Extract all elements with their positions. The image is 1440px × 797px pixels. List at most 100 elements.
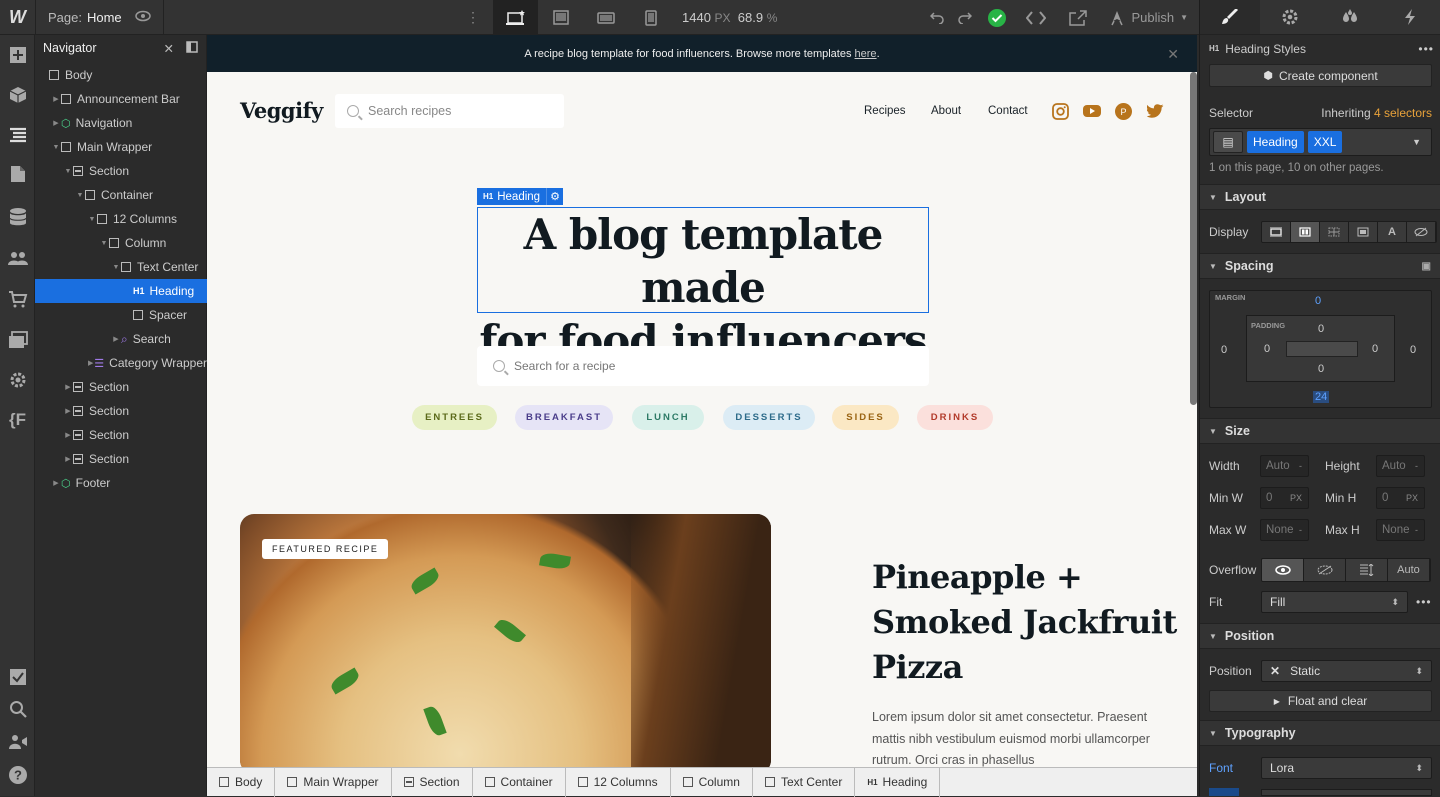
navigator-item[interactable]: ▶ Section: [35, 399, 207, 423]
close-icon[interactable]: ✕: [1167, 46, 1179, 63]
selector-chip-heading[interactable]: Heading: [1247, 131, 1304, 153]
hero-heading[interactable]: A blog template made for food influencer…: [477, 207, 929, 365]
breadcrumb-item[interactable]: 12 Columns: [566, 767, 671, 797]
preview-eye-icon[interactable]: [135, 10, 151, 25]
desktop-large-breakpoint-icon[interactable]: [493, 0, 538, 35]
caret-right-icon[interactable]: ▶: [51, 479, 61, 487]
chevron-down-icon[interactable]: ▼: [1412, 137, 1421, 147]
breadcrumb-item[interactable]: Container: [473, 767, 566, 797]
twitter-icon[interactable]: [1146, 104, 1164, 121]
selector-field[interactable]: ▤ Heading XXL ▼: [1209, 128, 1432, 156]
caret-down-icon[interactable]: ▼: [63, 168, 73, 175]
navigator-item[interactable]: ▶ ⬡ Footer: [35, 471, 207, 495]
ecommerce-cart-icon[interactable]: [0, 283, 35, 315]
display-flex-icon[interactable]: [1291, 222, 1320, 242]
navigator-item[interactable]: ▶ ⬡ Navigation: [35, 111, 207, 135]
category-pill-lunch[interactable]: LUNCH: [632, 405, 704, 430]
tablet-breakpoint-icon[interactable]: [583, 0, 628, 35]
pinterest-icon[interactable]: P: [1115, 103, 1132, 120]
announcement-link[interactable]: here: [855, 48, 877, 60]
page-selector[interactable]: Page: Home: [36, 0, 164, 35]
more-options-icon[interactable]: •••: [1416, 595, 1432, 609]
display-block-icon[interactable]: [1262, 222, 1291, 242]
help-icon[interactable]: ?: [0, 759, 35, 791]
breadcrumb-item[interactable]: Column: [671, 767, 753, 797]
cms-database-icon[interactable]: [0, 201, 35, 233]
selected-element-tag[interactable]: H1 Heading ⚙: [477, 188, 563, 205]
undo-icon[interactable]: [923, 0, 951, 35]
position-select[interactable]: ✕ Static ⬍: [1261, 660, 1432, 682]
style-brush-icon[interactable]: [1200, 0, 1260, 34]
display-inline-block-icon[interactable]: [1349, 222, 1378, 242]
navigator-item[interactable]: ▼ Main Wrapper: [35, 135, 207, 159]
object-fit-select[interactable]: Fill ⬍: [1261, 591, 1408, 613]
caret-right-icon[interactable]: ▶: [63, 407, 73, 415]
publish-button[interactable]: Publish ▼: [1099, 10, 1200, 26]
display-none-icon[interactable]: [1407, 222, 1436, 242]
code-export-icon[interactable]: [1015, 0, 1057, 35]
overflow-auto-button[interactable]: Auto: [1388, 559, 1430, 581]
settings-gear-icon[interactable]: [0, 364, 35, 396]
selector-type-icon[interactable]: ▤: [1213, 131, 1243, 153]
spacing-section-header[interactable]: ▼ Spacing ▣: [1200, 253, 1440, 279]
design-canvas[interactable]: A recipe blog template for food influenc…: [207, 35, 1197, 767]
overflow-hidden-icon[interactable]: [1304, 559, 1346, 581]
caret-right-icon[interactable]: ▶: [87, 359, 94, 367]
interactions-bolt-icon[interactable]: [1380, 0, 1440, 34]
category-pill-desserts[interactable]: DESSERTS: [723, 405, 815, 430]
float-and-clear-button[interactable]: ▶ Float and clear: [1209, 690, 1432, 712]
caret-right-icon[interactable]: ▶: [63, 431, 73, 439]
navigator-item[interactable]: Spacer: [35, 303, 207, 327]
saved-status-check-icon[interactable]: [979, 0, 1015, 35]
overflow-scroll-icon[interactable]: [1346, 559, 1388, 581]
dock-panel-icon[interactable]: [186, 40, 198, 56]
overflow-visible-eye-icon[interactable]: [1262, 559, 1304, 581]
share-icon[interactable]: [1057, 0, 1099, 35]
caret-down-icon[interactable]: ▼: [111, 264, 121, 271]
pages-icon[interactable]: [0, 158, 35, 190]
caret-right-icon[interactable]: ▶: [63, 455, 73, 463]
navigator-item[interactable]: ▶ ⌕ Search: [35, 327, 207, 351]
site-logo[interactable]: Veggify: [240, 98, 323, 123]
min-width-input[interactable]: 0 PX: [1260, 487, 1309, 509]
category-pill-entrees[interactable]: ENTREES: [412, 405, 497, 430]
style-manager-drops-icon[interactable]: [1320, 0, 1380, 34]
custom-code-icon[interactable]: {F: [0, 404, 35, 436]
navigator-item[interactable]: Body: [35, 63, 207, 87]
more-options-icon[interactable]: •••: [1418, 42, 1434, 56]
desktop-breakpoint-icon[interactable]: [538, 0, 583, 35]
element-settings-gear-icon[interactable]: ⚙: [546, 188, 563, 205]
collapse-all-icon[interactable]: ✕: [164, 41, 174, 56]
typography-section-header[interactable]: ▼ Typography: [1200, 720, 1440, 746]
category-pill-sides[interactable]: SIDES: [832, 405, 899, 430]
hero-search-input[interactable]: Search for a recipe: [477, 346, 929, 386]
youtube-icon[interactable]: [1083, 104, 1101, 121]
add-elements-icon[interactable]: [0, 39, 35, 71]
font-weight-select[interactable]: [1261, 789, 1432, 796]
navigator-item[interactable]: ▼ Column: [35, 231, 207, 255]
size-section-header[interactable]: ▼ Size: [1200, 418, 1440, 444]
caret-down-icon[interactable]: ▼: [99, 240, 109, 247]
navigator-item[interactable]: ▶ ☰ Category Wrapper: [35, 351, 207, 375]
navigator-item[interactable]: ▼ 12 Columns: [35, 207, 207, 231]
navigator-item[interactable]: ▼ Container: [35, 183, 207, 207]
max-height-input[interactable]: None -: [1376, 519, 1425, 541]
navigator-icon[interactable]: [0, 119, 35, 151]
padding-right-value[interactable]: 0: [1372, 343, 1378, 355]
category-pill-breakfast[interactable]: BREAKFAST: [515, 405, 613, 430]
nav-link-contact[interactable]: Contact: [988, 105, 1028, 117]
padding-bottom-value[interactable]: 0: [1318, 363, 1324, 375]
category-pill-drinks[interactable]: DRINKS: [917, 405, 993, 430]
caret-right-icon[interactable]: ▶: [51, 95, 61, 103]
inheriting-info[interactable]: Inheriting 4 selectors: [1321, 106, 1432, 120]
min-height-input[interactable]: 0 PX: [1376, 487, 1425, 509]
mobile-breakpoint-icon[interactable]: [628, 0, 673, 35]
font-family-select[interactable]: Lora ⬍: [1261, 757, 1432, 779]
users-icon[interactable]: [0, 242, 35, 274]
breadcrumb-item[interactable]: Section: [392, 767, 473, 797]
element-settings-gear-icon[interactable]: [1260, 0, 1320, 34]
navigator-item[interactable]: ▼ Section: [35, 159, 207, 183]
symbols-cube-icon[interactable]: [0, 79, 35, 111]
position-section-header[interactable]: ▼ Position: [1200, 623, 1440, 649]
breadcrumb-item[interactable]: H1 Heading: [855, 767, 941, 797]
